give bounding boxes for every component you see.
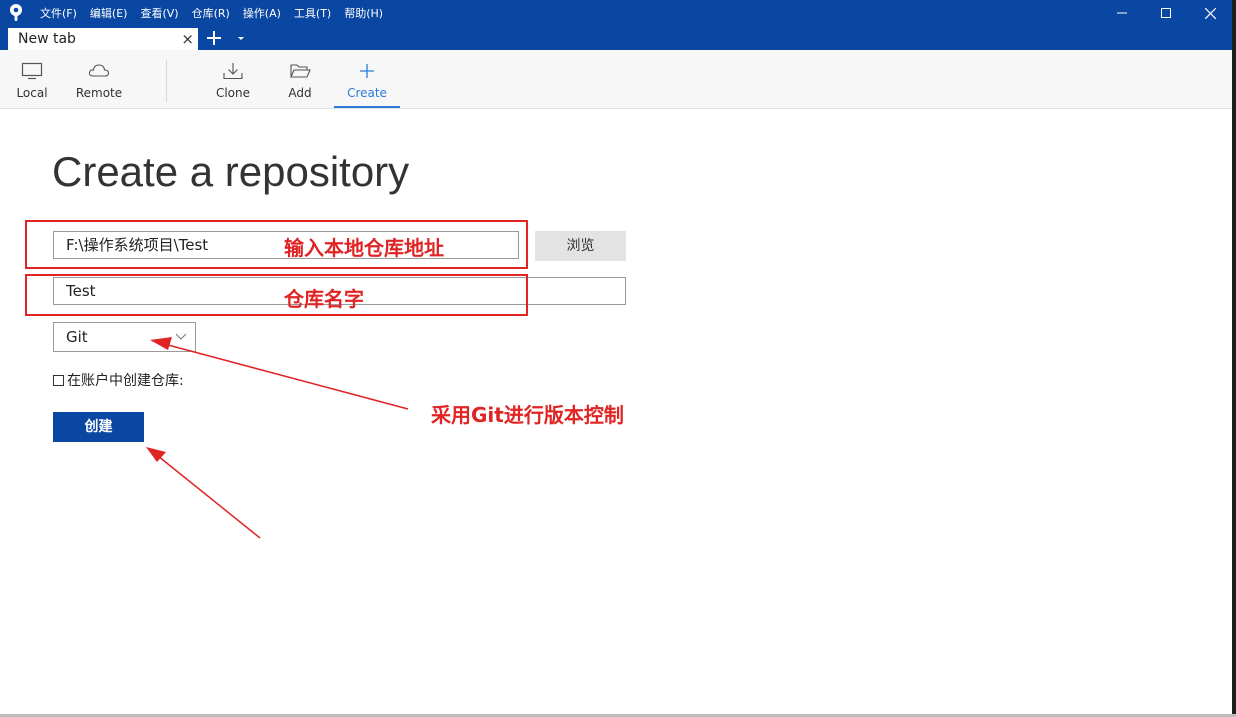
title-bar: 文件(F) 编辑(E) 查看(V) 仓库(R) 操作(A) 工具(T) 帮助(H…: [0, 0, 1232, 26]
add-button[interactable]: Add: [283, 50, 317, 108]
cloud-icon: [88, 64, 110, 77]
menu-repository[interactable]: 仓库(R): [192, 5, 230, 21]
menu-edit[interactable]: 编辑(E): [90, 5, 128, 21]
create-on-account-row: 在账户中创建仓库:: [53, 370, 184, 390]
active-tab-indicator: [334, 106, 400, 108]
create-tab-button[interactable]: Create: [334, 50, 400, 108]
tab-close-icon[interactable]: ×: [181, 30, 194, 48]
maximize-button[interactable]: [1144, 0, 1188, 26]
vcs-annotation: 采用Git进行版本控制: [431, 403, 624, 427]
create-arrow: [146, 447, 261, 539]
add-label: Add: [288, 86, 312, 100]
tab-label: New tab: [18, 31, 76, 47]
toolbar-separator: [166, 60, 167, 102]
minimize-button[interactable]: [1100, 0, 1144, 26]
download-icon: [223, 63, 243, 80]
create-label: Create: [347, 86, 387, 100]
local-button[interactable]: Local: [14, 50, 50, 108]
menu-help[interactable]: 帮助(H): [344, 5, 383, 21]
monitor-icon: [21, 62, 43, 80]
name-annotation: 仓库名字: [284, 287, 364, 311]
close-window-button[interactable]: [1188, 0, 1232, 26]
create-button[interactable]: 创建: [53, 412, 144, 442]
chevron-down-icon: [175, 333, 187, 340]
window-controls: [1100, 0, 1232, 26]
menu-view[interactable]: 查看(V): [140, 5, 178, 21]
sourcetree-logo-icon: [10, 4, 22, 21]
toolbar: Local Remote Clone Add Create: [0, 50, 1232, 109]
vcs-selected-value: Git: [66, 328, 88, 346]
tab-strip: New tab ×: [0, 26, 1232, 50]
add-tab-icon[interactable]: [204, 26, 224, 50]
menu-file[interactable]: 文件(F): [40, 5, 77, 21]
menu-actions[interactable]: 操作(A): [243, 5, 281, 21]
minimize-icon: [1117, 12, 1127, 14]
local-label: Local: [16, 86, 48, 100]
page-title: Create a repository: [52, 148, 410, 195]
close-icon: [1204, 7, 1216, 19]
create-on-account-label: 在账户中创建仓库:: [67, 373, 184, 389]
vcs-type-select[interactable]: Git: [53, 322, 196, 352]
path-highlight-box: [25, 220, 528, 269]
menu-bar: 文件(F) 编辑(E) 查看(V) 仓库(R) 操作(A) 工具(T) 帮助(H…: [40, 0, 383, 26]
browse-button[interactable]: 浏览: [535, 231, 626, 261]
plus-icon: [360, 64, 374, 78]
menu-tools[interactable]: 工具(T): [294, 5, 331, 21]
clone-label: Clone: [215, 86, 251, 100]
name-highlight-box: [25, 274, 528, 316]
clone-button[interactable]: Clone: [214, 50, 252, 108]
window-right-border: [1232, 0, 1236, 717]
path-annotation: 输入本地仓库地址: [284, 236, 444, 260]
folder-open-icon: [290, 64, 311, 78]
remote-label: Remote: [75, 86, 123, 100]
create-on-account-checkbox[interactable]: [53, 374, 64, 386]
maximize-icon: [1161, 8, 1171, 18]
remote-button[interactable]: Remote: [74, 50, 124, 108]
tab-new-tab[interactable]: New tab ×: [8, 28, 198, 50]
tab-dropdown-icon[interactable]: [236, 33, 246, 43]
